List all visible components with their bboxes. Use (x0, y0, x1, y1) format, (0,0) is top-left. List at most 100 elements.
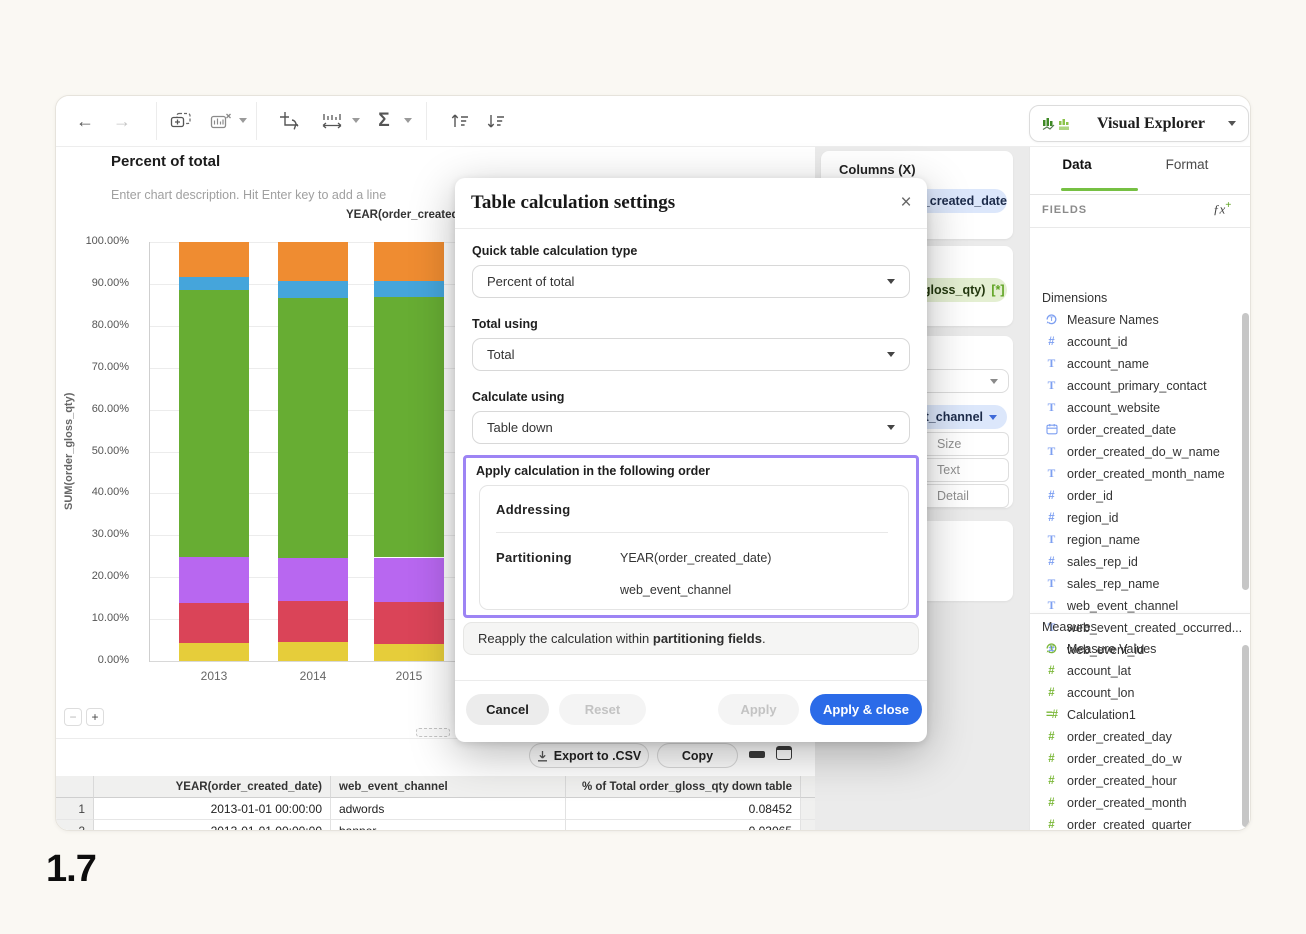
bar-segment-segment-red[interactable] (179, 603, 249, 643)
dimension-measure-names[interactable]: T Measure Names (1036, 309, 1241, 331)
column-header[interactable]: YEAR(order_created_date) (94, 776, 331, 798)
bar-segment-segment-yellow[interactable] (374, 644, 444, 661)
table-row[interactable]: 2 2013-01-01 00:00:00 banner 0.03065 (56, 820, 818, 830)
dimensions-scrollbar[interactable] (1242, 313, 1249, 590)
number-icon: # (1048, 556, 1055, 568)
aggregate-sigma-icon[interactable]: Σ (369, 106, 399, 136)
sort-descending-icon[interactable] (481, 106, 511, 136)
dimension-order-created-month-name[interactable]: Torder_created_month_name (1036, 463, 1241, 485)
table-row[interactable]: 1 2013-01-01 00:00:00 adwords 0.08452 (56, 798, 818, 820)
column-width-caret-icon[interactable] (352, 118, 360, 123)
column-header[interactable]: web_event_channel (331, 776, 566, 798)
dimension-sales-rep-name[interactable]: Tsales_rep_name (1036, 573, 1241, 595)
text-icon: T (1047, 534, 1056, 546)
column-header[interactable]: % of Total order_gloss_qty down table (566, 776, 801, 798)
dimension-order-created-do-w-name[interactable]: Torder_created_do_w_name (1036, 441, 1241, 463)
bar-segment-adwords-orange-[interactable] (374, 242, 444, 282)
measure-names-icon: T (1043, 312, 1060, 328)
zoom-in-button[interactable]: + (86, 708, 104, 726)
copy-button[interactable]: Copy (657, 743, 738, 768)
remove-chart-icon[interactable] (206, 106, 236, 136)
fields-sidebar: Data Format FIELDS ƒx+ Dimensions T Measu… (1029, 147, 1250, 831)
quick-calc-type-select[interactable]: Percent of total (472, 265, 910, 298)
forward-icon[interactable]: → (107, 106, 137, 136)
bar-segment-segment-yellow[interactable] (179, 642, 249, 661)
measure-order-created-quarter[interactable]: # order_created_quarter (1036, 814, 1241, 831)
column-header[interactable] (56, 776, 94, 798)
bar-segment-segment-purple[interactable] (179, 556, 249, 604)
bar-segment-segment-green[interactable] (278, 298, 348, 559)
measures-scrollbar[interactable] (1242, 645, 1249, 827)
dimension-sales-rep-id[interactable]: # sales_rep_id (1036, 551, 1241, 573)
expand-table-icon[interactable] (776, 746, 792, 760)
number-icon: # (1048, 819, 1055, 831)
dimension-account-website[interactable]: Taccount_website (1036, 397, 1241, 419)
sort-ascending-icon[interactable] (445, 106, 475, 136)
crop-rotate-icon[interactable] (274, 106, 304, 136)
apply-button[interactable]: Apply (718, 694, 799, 725)
bar-segment-segment-red[interactable] (374, 602, 444, 645)
measures-list: T Measure Values # account_lat # account_lon =… (1036, 638, 1241, 831)
chart-description-placeholder[interactable]: Enter chart description. Hit Enter key t… (111, 188, 386, 202)
field-label: account_name (1067, 357, 1150, 371)
measure-order-created-day[interactable]: # order_created_day (1036, 726, 1241, 748)
measure-account-lat[interactable]: # account_lat (1036, 660, 1241, 682)
collapse-table-icon[interactable] (749, 751, 765, 758)
add-calculation-icon[interactable]: ƒx+ (1213, 199, 1231, 217)
bar-segment-banner-blue-[interactable] (278, 280, 348, 299)
columns-shelf-title: Columns (X) (839, 162, 916, 177)
partitioning-field[interactable]: web_event_channel (620, 583, 731, 597)
dimension-order-created-date[interactable]: order_created_date (1036, 419, 1241, 441)
measure-measure-values[interactable]: T Measure Values (1036, 638, 1241, 660)
remove-chart-caret-icon[interactable] (239, 118, 247, 123)
text-icon: T (1047, 468, 1056, 480)
field-label: order_created_do_w_name (1067, 445, 1220, 459)
horizontal-scrollbar-handle[interactable] (416, 728, 450, 737)
bar-segment-segment-green[interactable] (179, 290, 249, 557)
field-label: account_lon (1067, 686, 1135, 700)
dimension-account-name[interactable]: Taccount_name (1036, 353, 1241, 375)
chart-title[interactable]: Percent of total (111, 153, 220, 170)
zoom-out-button[interactable]: − (64, 708, 82, 726)
bar-segment-adwords-orange-[interactable] (179, 242, 249, 278)
bar-segment-segment-green[interactable] (374, 296, 444, 558)
measure-calculation1[interactable]: =# Calculation1 (1036, 704, 1241, 726)
bar-segment-segment-yellow[interactable] (278, 641, 348, 661)
dimension-order-id[interactable]: # order_id (1036, 485, 1241, 507)
cancel-button[interactable]: Cancel (466, 694, 549, 725)
bar-segment-adwords-orange-[interactable] (278, 242, 348, 281)
measure-account-lon[interactable]: # account_lon (1036, 682, 1241, 704)
text-icon: T (1047, 446, 1056, 458)
measure-order-created-hour[interactable]: # order_created_hour (1036, 770, 1241, 792)
bar-segment-segment-purple[interactable] (278, 558, 348, 601)
export-csv-button[interactable]: Export to .CSV (529, 743, 649, 768)
measure-order-created-do-w[interactable]: # order_created_do_w (1036, 748, 1241, 770)
table-cell: 1 (56, 798, 94, 820)
reset-button[interactable]: Reset (559, 694, 646, 725)
table-calc-badge: [*] (991, 283, 1005, 297)
total-using-select[interactable]: Total (472, 338, 910, 371)
dimension-account-primary-contact[interactable]: Taccount_primary_contact (1036, 375, 1241, 397)
close-icon[interactable]: × (893, 190, 919, 216)
bar-segment-segment-red[interactable] (278, 600, 348, 642)
bar-segment-segment-purple[interactable] (374, 557, 444, 603)
bar-segment-banner-blue-[interactable] (179, 277, 249, 291)
dimension-region-id[interactable]: # region_id (1036, 507, 1241, 529)
partitioning-field[interactable]: YEAR(order_created_date) (620, 551, 771, 565)
aggregate-caret-icon[interactable] (404, 118, 412, 123)
bar-segment-banner-blue-[interactable] (374, 281, 444, 297)
apply-and-close-button[interactable]: Apply & close (810, 694, 922, 725)
dimension-region-name[interactable]: Tregion_name (1036, 529, 1241, 551)
tab-format[interactable]: Format (1152, 157, 1222, 172)
dimension-account-id[interactable]: # account_id (1036, 331, 1241, 353)
column-width-icon[interactable] (317, 106, 347, 136)
calculate-using-select[interactable]: Table down (472, 411, 910, 444)
visual-explorer-switcher[interactable]: Visual Explorer (1029, 105, 1249, 142)
back-icon[interactable]: ← (70, 106, 100, 136)
tab-data[interactable]: Data (1042, 157, 1112, 172)
measure-order-created-month[interactable]: # order_created_month (1036, 792, 1241, 814)
duplicate-chart-icon[interactable] (166, 106, 196, 136)
field-label: Measure Values (1067, 642, 1157, 656)
field-label: order_created_month (1067, 796, 1187, 810)
y-axis-tick: 30.00% (91, 528, 129, 541)
